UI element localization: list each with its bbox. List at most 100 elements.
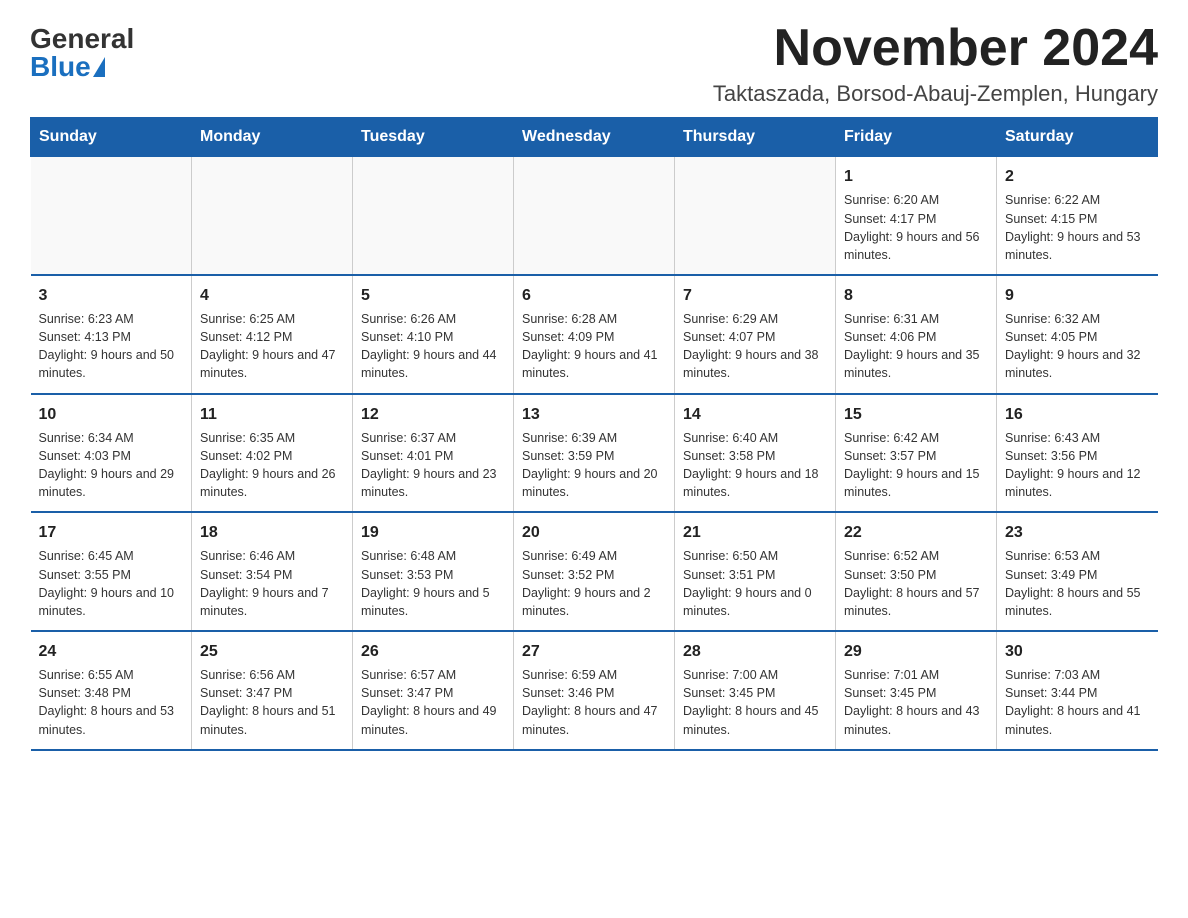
calendar-cell: 10Sunrise: 6:34 AMSunset: 4:03 PMDayligh… — [31, 394, 192, 513]
day-info: Sunrise: 6:34 AMSunset: 4:03 PMDaylight:… — [39, 429, 184, 502]
calendar-cell: 9 Sunrise: 6:32 AMSunset: 4:05 PMDaylight… — [997, 275, 1158, 394]
title-area: November 2024 Taktaszada, Borsod-Abauj-Z… — [713, 20, 1158, 107]
calendar-cell: 17 Sunrise: 6:45 AMSunset: 3:55 PMDayligh… — [31, 512, 192, 631]
day-number: 15 — [844, 403, 988, 426]
day-info: Sunrise: 6:52 AMSunset: 3:50 PMDaylight:… — [844, 547, 988, 620]
day-info: Sunrise: 7:01 AMSunset: 3:45 PMDaylight:… — [844, 666, 988, 739]
calendar-cell: 21Sunrise: 6:50 AMSunset: 3:51 PMDayligh… — [675, 512, 836, 631]
calendar-body: 1 Sunrise: 6:20 AMSunset: 4:17 PMDaylight… — [31, 157, 1158, 750]
day-info: Sunrise: 6:59 AMSunset: 3:46 PMDaylight:… — [522, 666, 666, 739]
day-info: Sunrise: 6:48 AMSunset: 3:53 PMDaylight:… — [361, 547, 505, 620]
calendar-cell: 25Sunrise: 6:56 AMSunset: 3:47 PMDayligh… — [192, 631, 353, 750]
day-number: 18 — [200, 521, 344, 544]
week-row-2: 3 Sunrise: 6:23 AMSunset: 4:13 PMDaylight… — [31, 275, 1158, 394]
day-number: 30 — [1005, 640, 1150, 663]
calendar-cell: 22Sunrise: 6:52 AMSunset: 3:50 PMDayligh… — [836, 512, 997, 631]
day-of-week-saturday: Saturday — [997, 118, 1158, 157]
day-number: 27 — [522, 640, 666, 663]
day-number: 28 — [683, 640, 827, 663]
week-row-5: 24 Sunrise: 6:55 AMSunset: 3:48 PMDayligh… — [31, 631, 1158, 750]
day-info: Sunrise: 7:03 AMSunset: 3:44 PMDaylight:… — [1005, 666, 1150, 739]
calendar-cell: 14 Sunrise: 6:40 AMSunset: 3:58 PMDayligh… — [675, 394, 836, 513]
day-info: Sunrise: 6:23 AMSunset: 4:13 PMDaylight:… — [39, 310, 184, 383]
day-number: 14 — [683, 403, 827, 426]
calendar-cell: 8 Sunrise: 6:31 AMSunset: 4:06 PMDaylight… — [836, 275, 997, 394]
logo-general-text: General — [30, 25, 134, 53]
logo-triangle-icon — [93, 57, 105, 77]
day-info: Sunrise: 6:57 AMSunset: 3:47 PMDaylight:… — [361, 666, 505, 739]
day-number: 8 — [844, 284, 988, 307]
day-of-week-monday: Monday — [192, 118, 353, 157]
day-number: 16 — [1005, 403, 1150, 426]
header: General Blue November 2024 Taktaszada, B… — [30, 20, 1158, 107]
day-info: Sunrise: 6:20 AMSunset: 4:17 PMDaylight:… — [844, 191, 988, 264]
calendar-cell: 24 Sunrise: 6:55 AMSunset: 3:48 PMDayligh… — [31, 631, 192, 750]
calendar-header: SundayMondayTuesdayWednesdayThursdayFrid… — [31, 118, 1158, 157]
calendar-cell: 27 Sunrise: 6:59 AMSunset: 3:46 PMDayligh… — [514, 631, 675, 750]
calendar-cell — [31, 157, 192, 275]
day-number: 5 — [361, 284, 505, 307]
day-info: Sunrise: 6:40 AMSunset: 3:58 PMDaylight:… — [683, 429, 827, 502]
day-of-week-tuesday: Tuesday — [353, 118, 514, 157]
calendar-cell — [675, 157, 836, 275]
day-info: Sunrise: 6:50 AMSunset: 3:51 PMDaylight:… — [683, 547, 827, 620]
calendar-table: SundayMondayTuesdayWednesdayThursdayFrid… — [30, 117, 1158, 750]
day-number: 4 — [200, 284, 344, 307]
day-info: Sunrise: 6:25 AMSunset: 4:12 PMDaylight:… — [200, 310, 344, 383]
calendar-cell: 20 Sunrise: 6:49 AMSunset: 3:52 PMDayligh… — [514, 512, 675, 631]
day-info: Sunrise: 6:35 AMSunset: 4:02 PMDaylight:… — [200, 429, 344, 502]
day-info: Sunrise: 7:00 AMSunset: 3:45 PMDaylight:… — [683, 666, 827, 739]
day-of-week-sunday: Sunday — [31, 118, 192, 157]
day-info: Sunrise: 6:29 AMSunset: 4:07 PMDaylight:… — [683, 310, 827, 383]
calendar-cell: 13 Sunrise: 6:39 AMSunset: 3:59 PMDayligh… — [514, 394, 675, 513]
logo: General Blue — [30, 20, 134, 81]
day-info: Sunrise: 6:42 AMSunset: 3:57 PMDaylight:… — [844, 429, 988, 502]
calendar-cell: 26 Sunrise: 6:57 AMSunset: 3:47 PMDayligh… — [353, 631, 514, 750]
day-number: 9 — [1005, 284, 1150, 307]
day-number: 2 — [1005, 165, 1150, 188]
calendar-cell: 19 Sunrise: 6:48 AMSunset: 3:53 PMDayligh… — [353, 512, 514, 631]
day-number: 12 — [361, 403, 505, 426]
logo-blue-text: Blue — [30, 53, 107, 81]
day-number: 1 — [844, 165, 988, 188]
day-number: 20 — [522, 521, 666, 544]
day-number: 17 — [39, 521, 184, 544]
calendar-cell: 7Sunrise: 6:29 AMSunset: 4:07 PMDaylight… — [675, 275, 836, 394]
day-info: Sunrise: 6:28 AMSunset: 4:09 PMDaylight:… — [522, 310, 666, 383]
day-number: 13 — [522, 403, 666, 426]
calendar-cell: 2 Sunrise: 6:22 AMSunset: 4:15 PMDaylight… — [997, 157, 1158, 275]
week-row-3: 10Sunrise: 6:34 AMSunset: 4:03 PMDayligh… — [31, 394, 1158, 513]
calendar-cell: 6Sunrise: 6:28 AMSunset: 4:09 PMDaylight… — [514, 275, 675, 394]
day-of-week-friday: Friday — [836, 118, 997, 157]
day-number: 24 — [39, 640, 184, 663]
calendar-cell: 4 Sunrise: 6:25 AMSunset: 4:12 PMDaylight… — [192, 275, 353, 394]
calendar-cell: 11Sunrise: 6:35 AMSunset: 4:02 PMDayligh… — [192, 394, 353, 513]
day-of-week-wednesday: Wednesday — [514, 118, 675, 157]
day-number: 3 — [39, 284, 184, 307]
day-number: 26 — [361, 640, 505, 663]
calendar-cell: 16Sunrise: 6:43 AMSunset: 3:56 PMDayligh… — [997, 394, 1158, 513]
day-info: Sunrise: 6:46 AMSunset: 3:54 PMDaylight:… — [200, 547, 344, 620]
calendar-cell — [353, 157, 514, 275]
day-info: Sunrise: 6:49 AMSunset: 3:52 PMDaylight:… — [522, 547, 666, 620]
page-title: November 2024 — [713, 20, 1158, 77]
day-info: Sunrise: 6:53 AMSunset: 3:49 PMDaylight:… — [1005, 547, 1150, 620]
day-info: Sunrise: 6:45 AMSunset: 3:55 PMDaylight:… — [39, 547, 184, 620]
calendar-cell: 18 Sunrise: 6:46 AMSunset: 3:54 PMDayligh… — [192, 512, 353, 631]
day-info: Sunrise: 6:55 AMSunset: 3:48 PMDaylight:… — [39, 666, 184, 739]
day-info: Sunrise: 6:39 AMSunset: 3:59 PMDaylight:… — [522, 429, 666, 502]
day-number: 19 — [361, 521, 505, 544]
day-info: Sunrise: 6:22 AMSunset: 4:15 PMDaylight:… — [1005, 191, 1150, 264]
day-info: Sunrise: 6:32 AMSunset: 4:05 PMDaylight:… — [1005, 310, 1150, 383]
days-of-week-row: SundayMondayTuesdayWednesdayThursdayFrid… — [31, 118, 1158, 157]
day-number: 29 — [844, 640, 988, 663]
page-subtitle: Taktaszada, Borsod-Abauj-Zemplen, Hungar… — [713, 81, 1158, 107]
day-info: Sunrise: 6:56 AMSunset: 3:47 PMDaylight:… — [200, 666, 344, 739]
day-info: Sunrise: 6:26 AMSunset: 4:10 PMDaylight:… — [361, 310, 505, 383]
week-row-1: 1 Sunrise: 6:20 AMSunset: 4:17 PMDaylight… — [31, 157, 1158, 275]
day-of-week-thursday: Thursday — [675, 118, 836, 157]
calendar-cell: 30 Sunrise: 7:03 AMSunset: 3:44 PMDayligh… — [997, 631, 1158, 750]
calendar-cell: 15 Sunrise: 6:42 AMSunset: 3:57 PMDayligh… — [836, 394, 997, 513]
day-info: Sunrise: 6:31 AMSunset: 4:06 PMDaylight:… — [844, 310, 988, 383]
calendar-cell — [192, 157, 353, 275]
